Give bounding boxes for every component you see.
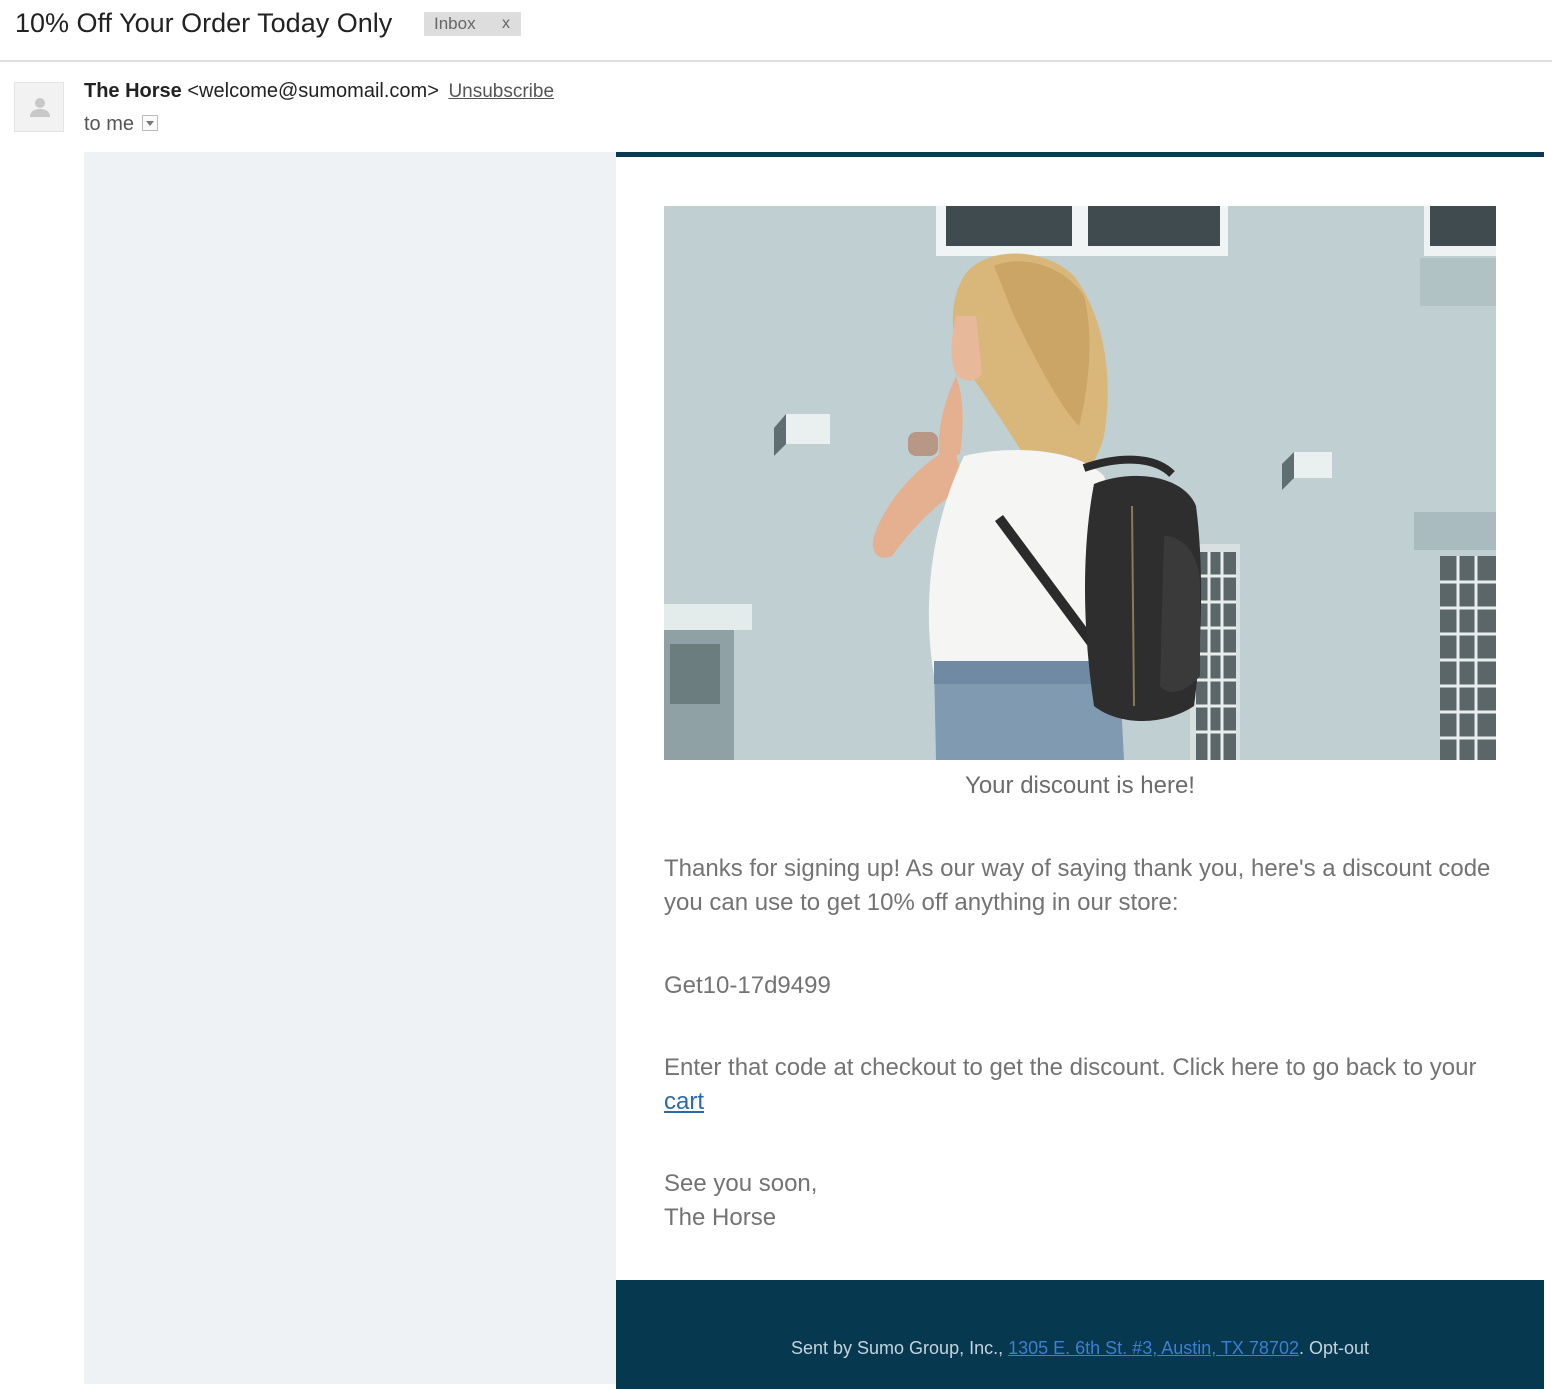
email-subject: 10% Off Your Order Today Only bbox=[15, 8, 393, 38]
checkout-instructions: Enter that code at checkout to get the d… bbox=[664, 1051, 1500, 1119]
recipient-text: to me bbox=[84, 113, 135, 135]
remove-label-button[interactable]: x bbox=[502, 15, 510, 33]
footer-text: Sent by Sumo Group, Inc., 1305 E. 6th St… bbox=[616, 1338, 1544, 1359]
subject-header: 10% Off Your Order Today Only Inbox x bbox=[0, 0, 1552, 62]
hero-photo-illustration bbox=[664, 206, 1496, 760]
email-left-panel bbox=[84, 152, 616, 1384]
chevron-down-icon[interactable] bbox=[142, 115, 159, 131]
sender-email: <welcome@sumomail.com> bbox=[187, 80, 439, 102]
inbox-label-chip[interactable]: Inbox x bbox=[424, 12, 521, 36]
discount-code: Get10-17d9499 bbox=[664, 972, 831, 999]
unsubscribe-link[interactable]: Unsubscribe bbox=[448, 81, 554, 102]
sender-avatar bbox=[14, 82, 64, 132]
intro-paragraph: Thanks for signing up! As our way of say… bbox=[664, 855, 1491, 916]
signoff-line-1: See you soon, bbox=[664, 1170, 818, 1197]
signoff-line-2: The Horse bbox=[664, 1204, 777, 1231]
recipient-line: to me bbox=[84, 113, 159, 136]
email-footer: Sent by Sumo Group, Inc., 1305 E. 6th St… bbox=[616, 1280, 1544, 1389]
sender-name[interactable]: The Horse bbox=[84, 80, 182, 102]
hero-caption: Your discount is here! bbox=[965, 772, 1195, 799]
person-silhouette-icon bbox=[30, 98, 50, 117]
footer-separator: . bbox=[1298, 1338, 1309, 1358]
cart-link[interactable]: cart bbox=[664, 1088, 704, 1115]
sender-line: The Horse <welcome@sumomail.com> Unsubsc… bbox=[84, 80, 554, 103]
inbox-label-text: Inbox bbox=[434, 14, 476, 33]
email-body-card: Your discount is here! Thanks for signin… bbox=[616, 152, 1544, 1389]
hero-image bbox=[664, 206, 1496, 760]
instructions-text: Enter that code at checkout to get the d… bbox=[664, 1054, 1477, 1081]
signoff: See you soon, The Horse bbox=[664, 1167, 1500, 1235]
opt-out-link[interactable]: Opt-out bbox=[1309, 1338, 1369, 1358]
footer-prefix: Sent by Sumo Group, Inc., bbox=[790, 1338, 1009, 1358]
footer-address-link[interactable]: 1305 E. 6th St. #3, Austin, TX 78702 bbox=[1008, 1338, 1299, 1358]
